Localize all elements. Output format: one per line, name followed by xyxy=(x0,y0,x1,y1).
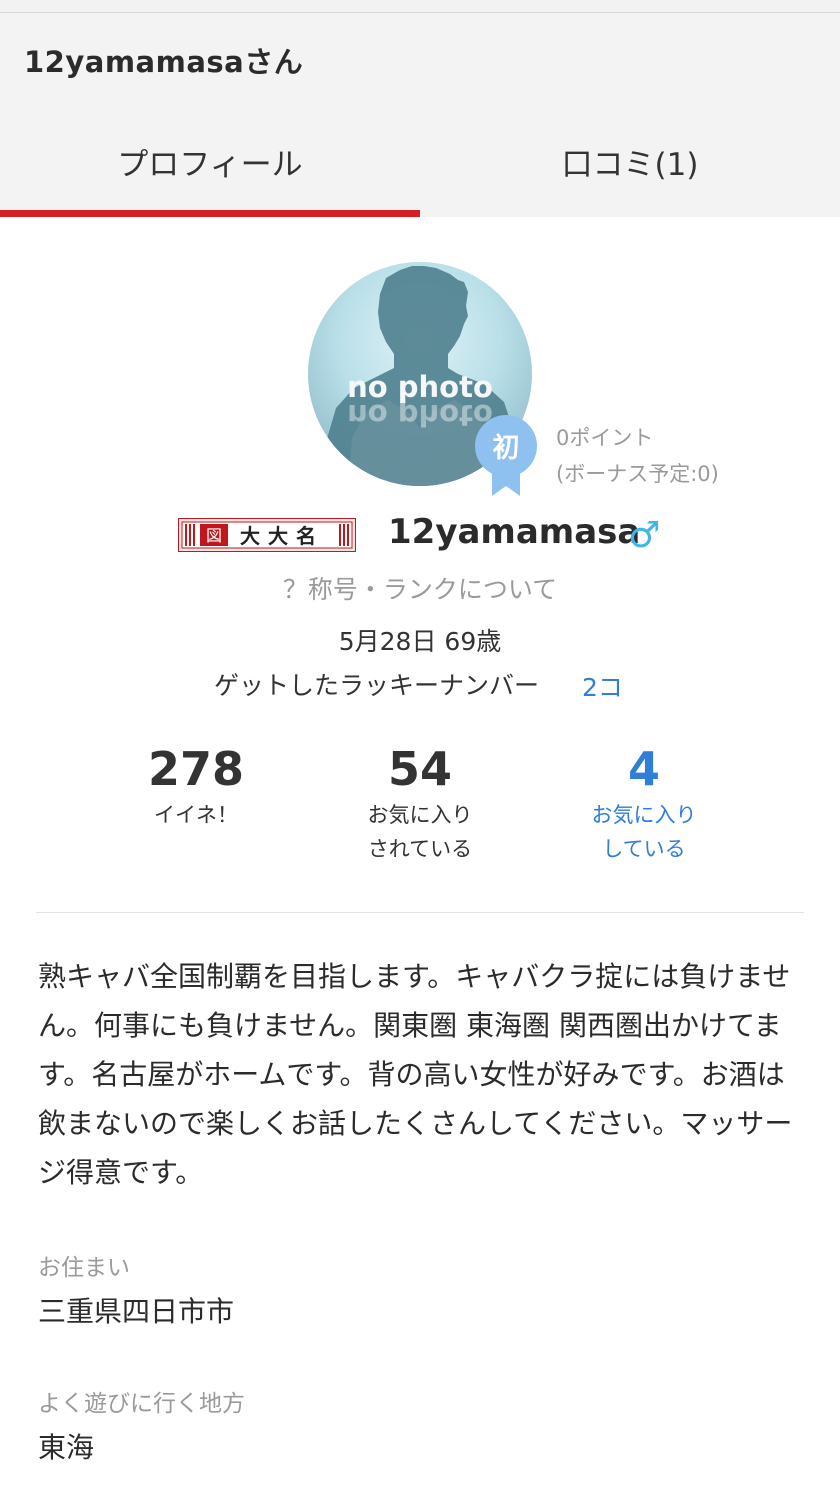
rank-badge-mark: 図 xyxy=(206,526,222,545)
stat-favoriting-label: お気に入り している xyxy=(544,798,744,866)
stat-favoriting-label-line1: お気に入り xyxy=(591,803,697,827)
points-value: 0ポイント xyxy=(556,426,654,450)
points-info: 0ポイント (ボーナス予定:0) xyxy=(556,420,719,492)
stat-favoriting-value: 4 xyxy=(627,742,660,796)
page-title: 12yamamasaさん xyxy=(24,45,304,79)
stat-likes-value: 278 xyxy=(147,742,245,796)
stat-favorited-by-value: 54 xyxy=(387,742,452,796)
rank-badge: 図 大大名 xyxy=(178,518,356,552)
residence-value: 三重県四日市市 xyxy=(38,1295,235,1328)
rank-badge-text: 大大名 xyxy=(240,524,324,548)
username: 12yamamasa xyxy=(388,512,641,552)
frequent-area-label: よく遊びに行く地方 xyxy=(38,1391,245,1417)
tab-reviews[interactable]: 口コミ(1) xyxy=(420,125,840,217)
stat-likes: 278 イイネ！ xyxy=(96,742,296,832)
frequent-area-value: 東海 xyxy=(38,1431,95,1464)
stat-favorited-by-label-line1: お気に入り xyxy=(367,803,473,827)
lucky-number-link[interactable]: 2コ xyxy=(582,668,623,704)
stat-likes-label: イイネ！ xyxy=(154,803,238,827)
section-divider xyxy=(36,912,804,913)
active-tab-indicator xyxy=(0,210,420,217)
bio-text: 熟キャバ全国制覇を目指します。キャバクラ掟には負けません。何事にも負けません。関… xyxy=(38,960,793,1189)
profile-header: 12yamamasaさん プロフィール 口コミ(1) xyxy=(0,13,840,217)
stat-favorited-by: 54 お気に入り されている xyxy=(320,742,520,866)
tab-reviews-label: 口コミ(1) xyxy=(561,147,699,183)
stat-favoriting-link[interactable]: 4 お気に入り している xyxy=(544,742,744,866)
status-bar-divider xyxy=(0,0,840,13)
stat-favorited-by-label: お気に入り されている xyxy=(320,798,520,866)
tab-profile-label: プロフィール xyxy=(117,147,303,183)
badge-text: 初 xyxy=(492,433,520,464)
beginner-ribbon-icon: 初 xyxy=(474,414,538,498)
male-icon: ♂ xyxy=(628,515,661,556)
stat-favoriting-label-line2: している xyxy=(602,837,686,861)
bonus-value: (ボーナス予定:0) xyxy=(556,462,719,486)
rank-info-link[interactable]: ？称号・ランクについて xyxy=(0,570,840,606)
lucky-number-label: ゲットしたラッキーナンバー xyxy=(214,671,540,700)
tab-profile[interactable]: プロフィール xyxy=(0,125,420,217)
birthday-age: 5月28日 69歳 xyxy=(338,627,502,656)
stat-favorited-by-label-line2: されている xyxy=(367,837,473,861)
residence-label: お住まい xyxy=(38,1255,130,1281)
